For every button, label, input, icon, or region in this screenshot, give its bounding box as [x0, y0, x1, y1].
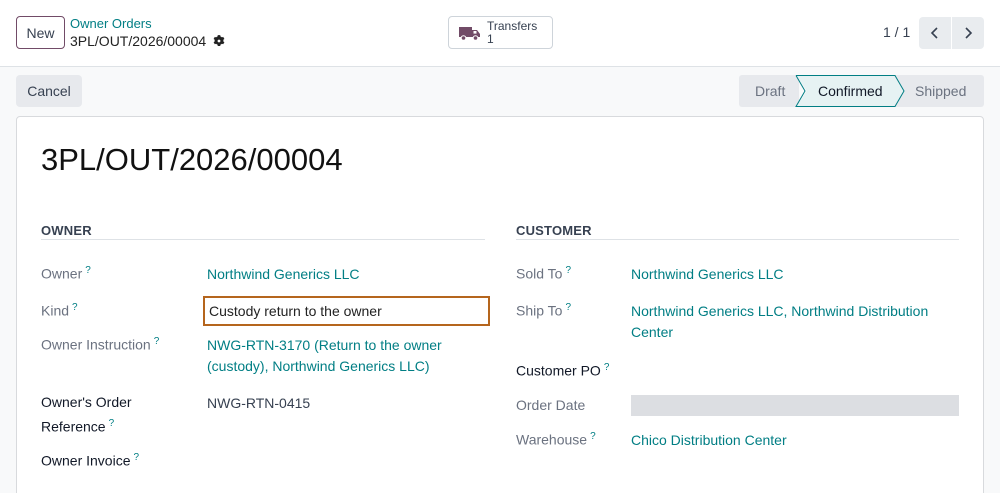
chevron-right-icon	[965, 27, 973, 39]
owner-invoice-help-icon[interactable]: ?	[133, 452, 139, 463]
kind-field[interactable]: Custody return to the owner	[203, 296, 490, 326]
pager-previous-button[interactable]	[919, 17, 951, 49]
pager-value[interactable]: 1 / 1	[883, 24, 910, 40]
customer-section-divider	[516, 239, 959, 240]
owner-order-reference-help-icon[interactable]: ?	[109, 418, 115, 429]
owner-order-reference-label-line-1: Owner's Order	[41, 394, 132, 410]
breadcrumb-current-label: 3PL/OUT/2026/00004	[70, 33, 207, 49]
owner-help-icon[interactable]: ?	[85, 265, 91, 276]
ship-to-label: Ship To?	[516, 302, 571, 319]
chevron-left-icon	[930, 27, 938, 39]
warehouse-label-text: Warehouse	[516, 431, 588, 448]
customer-po-help-icon[interactable]: ?	[604, 362, 610, 373]
warehouse-value[interactable]: Chico Distribution Center	[631, 430, 787, 451]
order-date-label: Order Date	[516, 397, 586, 413]
kind-help-icon[interactable]: ?	[72, 302, 78, 313]
owner-instruction-label-text: Owner Instruction	[41, 336, 151, 353]
owner-section-heading: OWNER	[41, 223, 92, 238]
breadcrumb-owner-orders[interactable]: Owner Orders	[70, 16, 152, 31]
owner-invoice-label-text: Owner Invoice	[41, 452, 131, 469]
owner-value[interactable]: Northwind Generics LLC	[207, 264, 360, 285]
owner-order-reference-label: Owner's Order Reference?	[41, 392, 132, 438]
owner-invoice-label: Owner Invoice?	[41, 447, 139, 472]
warehouse-label: Warehouse?	[516, 431, 596, 448]
breadcrumb-current: 3PL/OUT/2026/00004	[70, 33, 226, 49]
owner-section-divider	[41, 239, 485, 240]
control-panel: New Owner Orders 3PL/OUT/2026/00004 Tran…	[0, 0, 1000, 67]
owner-instruction-line-2: (custody), Northwind Generics LLC)	[207, 358, 430, 374]
cancel-button[interactable]: Cancel	[16, 75, 82, 107]
owner-instruction-help-icon[interactable]: ?	[154, 336, 160, 347]
status-shipped[interactable]: Shipped	[894, 75, 984, 107]
gear-icon[interactable]	[212, 34, 226, 48]
owner-label: Owner?	[41, 265, 91, 282]
ship-to-label-text: Ship To	[516, 302, 563, 319]
customer-po-label-text: Customer PO	[516, 362, 601, 379]
customer-section-heading: CUSTOMER	[516, 223, 592, 238]
owner-instruction-line-1: NWG-RTN-3170 (Return to the owner	[207, 337, 442, 353]
new-button[interactable]: New	[16, 16, 65, 49]
sold-to-label-text: Sold To	[516, 265, 563, 282]
sold-to-value[interactable]: Northwind Generics LLC	[631, 264, 784, 285]
warehouse-help-icon[interactable]: ?	[590, 431, 596, 442]
sold-to-help-icon[interactable]: ?	[565, 265, 571, 276]
truck-icon	[459, 26, 480, 41]
owner-label-text: Owner	[41, 265, 83, 282]
form-sheet: 3PL/OUT/2026/00004 OWNER Owner? Northwin…	[16, 116, 984, 493]
owner-instruction-value[interactable]: NWG-RTN-3170 (Return to the owner (custo…	[207, 335, 442, 377]
transfers-smart-button[interactable]: Transfers 1	[448, 16, 553, 49]
transfers-count: 1	[487, 31, 494, 46]
sold-to-label: Sold To?	[516, 265, 571, 282]
owner-order-reference-value[interactable]: NWG-RTN-0415	[207, 393, 310, 414]
ship-to-line-2: Center	[631, 324, 674, 340]
kind-label: Kind?	[41, 302, 78, 319]
status-draft[interactable]: Draft	[739, 75, 799, 107]
pager-next-button[interactable]	[952, 17, 984, 49]
order-date-field[interactable]	[631, 395, 959, 416]
record-title: 3PL/OUT/2026/00004	[41, 142, 343, 177]
status-bar: Draft Shipped Confirmed	[739, 75, 984, 107]
status-confirmed-outline	[795, 75, 905, 107]
ship-to-help-icon[interactable]: ?	[565, 302, 571, 313]
owner-order-reference-label-line-2: Reference	[41, 418, 106, 435]
ship-to-line-1: Northwind Generics LLC, Northwind Distri…	[631, 303, 929, 319]
transfers-label: Transfers	[487, 18, 538, 33]
owner-instruction-label: Owner Instruction?	[41, 336, 159, 353]
customer-po-label: Customer PO?	[516, 357, 609, 382]
kind-label-text: Kind	[41, 302, 70, 319]
ship-to-value[interactable]: Northwind Generics LLC, Northwind Distri…	[631, 301, 928, 343]
